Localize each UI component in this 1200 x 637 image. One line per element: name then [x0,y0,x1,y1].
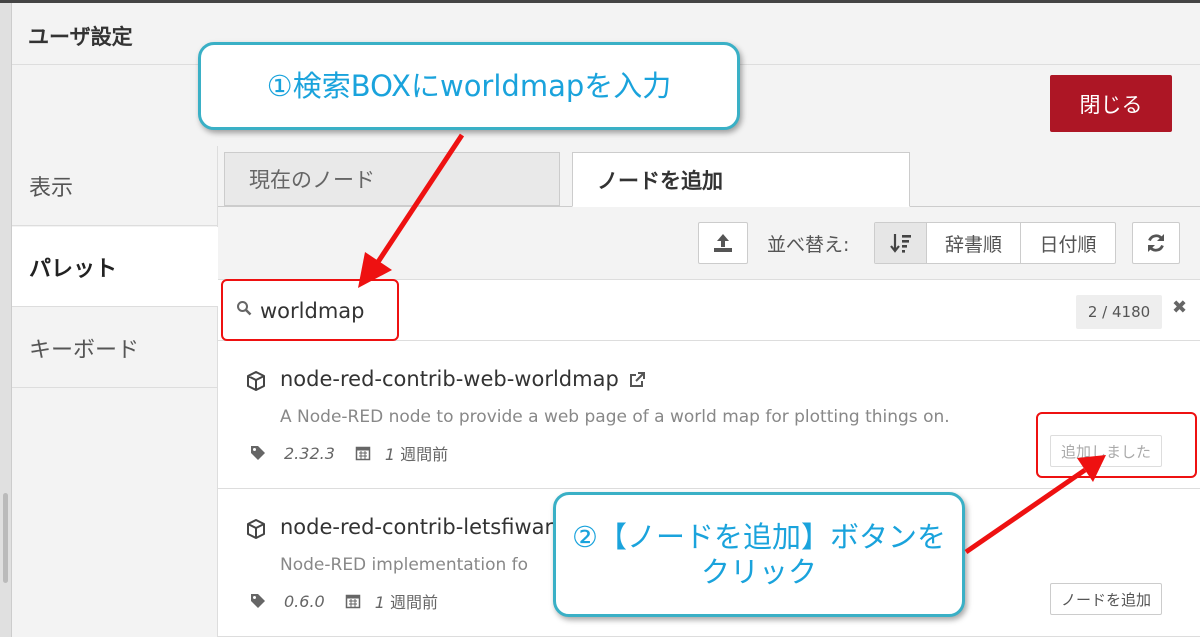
node-version: 0.6.0 [284,591,325,611]
calendar-icon [355,446,371,461]
node-description: A Node-RED node to provide a web page of… [280,407,950,427]
tag-icon [251,594,265,608]
refresh-icon [1148,234,1164,252]
sidebar-item-palette[interactable]: パレット [12,227,218,307]
result-count: 2 / 4180 [1076,295,1162,329]
tab-label: 現在のノード [249,168,375,192]
sort-recent-icon [889,234,911,253]
calendar-icon [345,594,360,609]
updated-number: 1 [374,593,385,612]
node-version: 2.32.3 [284,443,335,463]
callout-2-line-1: ②【ノードを追加】ボタンを [572,519,946,554]
updated-unit: 週間前 [400,445,449,464]
tag-icon [251,446,265,460]
dialog-title: ユーザ設定 [28,25,133,49]
palette-toolbar: 並べ替え: 辞書順 日付順 [218,207,1200,279]
node-name[interactable]: node-red-contrib-web-worldmap [280,367,619,391]
close-button[interactable]: 閉じる [1050,75,1172,132]
instruction-callout-2: ②【ノードを追加】ボタンを クリック [553,492,965,617]
package-icon [247,519,265,539]
install-node-button[interactable]: ノードを追加 [1050,583,1163,615]
clear-search-icon[interactable]: ✖ [1172,297,1187,318]
sidebar-item-label: 表示 [29,175,74,201]
node-updated: 1 週間前 [375,589,438,613]
refresh-button[interactable] [1132,222,1180,264]
search-highlight-box [221,279,399,341]
sort-label: 並べ替え: [767,234,850,256]
instruction-callout-1: ①検索BOXにworldmapを入力 [198,42,740,130]
callout-1-text: ①検索BOXにworldmapを入力 [266,68,672,103]
updated-number: 1 [384,445,396,464]
sidebar-item-label: パレット [29,256,118,282]
node-description: Node-RED implementation fo [280,555,529,575]
sidebar-item-view[interactable]: 表示 [12,146,218,226]
sidebar-item-keyboard[interactable]: キーボード [12,308,218,388]
settings-sidebar: 表示 パレット キーボード [12,146,218,637]
sort-date-label: 日付順 [1039,233,1097,256]
callout-2-line-2: クリック [700,554,817,589]
tab-label: ノードを追加 [597,168,723,193]
sidebar-item-label: キーボード [29,337,140,363]
sort-date-button[interactable]: 日付順 [1021,223,1115,263]
sort-alpha-label: 辞書順 [944,233,1002,256]
tab-installed-nodes[interactable]: 現在のノード [224,152,560,206]
tab-install[interactable]: ノードを追加 [572,152,910,207]
sort-alpha-button[interactable]: 辞書順 [927,223,1021,263]
sort-recent-button[interactable] [875,223,927,263]
external-link-icon[interactable] [628,371,646,389]
node-updated: 1 週間前 [385,441,448,465]
sort-button-group: 辞書順 日付順 [874,222,1116,264]
node-meta: 2.32.3 1 週間前 [250,441,448,465]
scrollbar-thumb[interactable] [3,493,8,583]
upload-button[interactable] [698,222,748,264]
node-name[interactable]: node-red-contrib-letsfiware [280,515,566,539]
upload-icon [714,234,732,252]
left-scrollbar[interactable] [0,3,12,637]
node-meta: 0.6.0 1 週間前 [250,589,438,613]
button-highlight-box [1036,412,1197,478]
package-icon [247,371,265,391]
updated-unit: 週間前 [390,593,439,612]
